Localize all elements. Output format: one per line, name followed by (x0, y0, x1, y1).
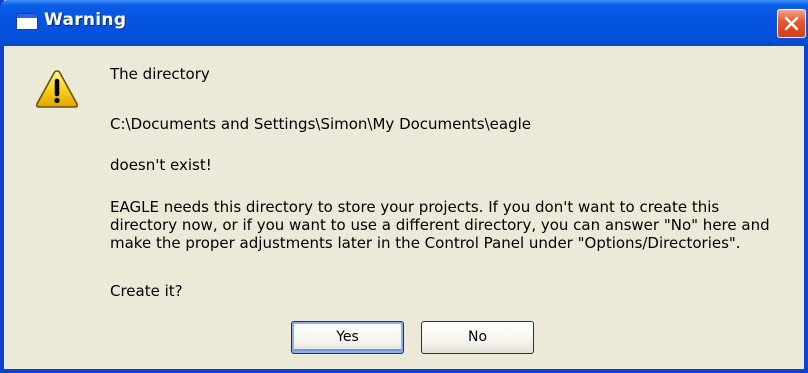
no-button[interactable]: No (421, 321, 534, 354)
title-bar[interactable]: Warning (0, 0, 808, 46)
window-title: Warning (44, 10, 127, 30)
message-line-1: The directory (110, 65, 210, 83)
explanation-paragraph: EAGLE needs this directory to store your… (110, 198, 770, 252)
close-button[interactable] (777, 9, 806, 38)
explanation-line: make the proper adjustments later in the… (110, 234, 741, 252)
window-icon (16, 13, 38, 30)
message-line-3: doesn't exist! (110, 156, 212, 174)
explanation-line: directory now, or if you want to use a d… (110, 216, 770, 234)
directory-path: C:\Documents and Settings\Simon\My Docum… (110, 115, 531, 133)
question-text: Create it? (110, 282, 183, 300)
close-icon (784, 16, 799, 31)
warning-dialog: Warning The directory C:\Documents and S… (0, 0, 808, 373)
warning-icon (35, 70, 79, 108)
yes-button[interactable]: Yes (291, 321, 404, 354)
explanation-line: EAGLE needs this directory to store your… (110, 198, 720, 216)
